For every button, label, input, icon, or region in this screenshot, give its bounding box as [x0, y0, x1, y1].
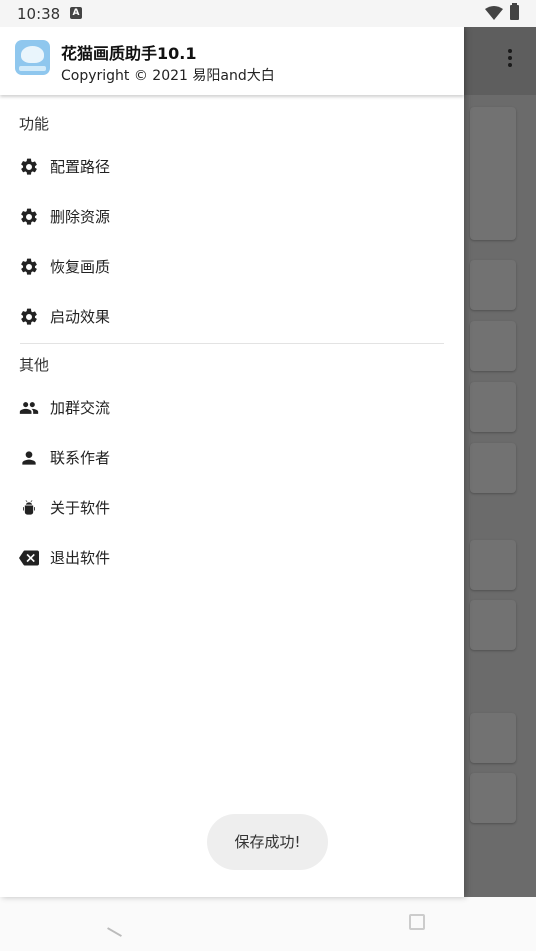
section-divider — [20, 343, 444, 344]
android-icon — [23, 500, 35, 515]
status-time: 10:38 — [17, 5, 61, 23]
background-card — [470, 382, 516, 432]
wifi-icon — [485, 6, 503, 20]
battery-icon — [510, 3, 519, 20]
menu-item-delete-resources[interactable]: 删除资源 — [0, 193, 464, 241]
background-card — [470, 107, 516, 240]
app-copyright: Copyright © 2021 易阳and大白 — [61, 68, 275, 84]
menu-item-label: 退出软件 — [50, 549, 111, 567]
group-icon — [19, 402, 39, 414]
backspace-icon — [19, 550, 39, 566]
background-card — [470, 321, 516, 371]
menu-item-label: 删除资源 — [50, 208, 111, 226]
background-card — [470, 260, 516, 310]
navigation-drawer: 花猫画质助手10.1 Copyright © 2021 易阳and大白 功能 配… — [0, 27, 464, 897]
toast-message: 保存成功! — [207, 814, 328, 870]
gear-icon — [21, 158, 37, 175]
menu-item-label: 联系作者 — [50, 449, 111, 467]
menu-item-exit[interactable]: 退出软件 — [0, 534, 464, 582]
app-logo — [15, 40, 50, 75]
recents-nav-icon[interactable] — [409, 914, 425, 930]
menu-item-configure-path[interactable]: 配置路径 — [0, 143, 464, 191]
background-card — [470, 713, 516, 763]
menu-item-launch-effect[interactable]: 启动效果 — [0, 293, 464, 341]
person-icon — [22, 451, 36, 465]
section-title-features: 功能 — [19, 115, 50, 133]
menu-item-join-group[interactable]: 加群交流 — [0, 384, 464, 432]
menu-item-label: 加群交流 — [50, 399, 111, 417]
menu-item-about[interactable]: 关于软件 — [0, 484, 464, 532]
background-card — [470, 600, 516, 650]
gear-icon — [21, 308, 37, 325]
menu-item-restore-quality[interactable]: 恢复画质 — [0, 243, 464, 291]
drawer-header: 花猫画质助手10.1 Copyright © 2021 易阳and大白 — [0, 27, 464, 95]
more-options-icon[interactable] — [502, 47, 518, 71]
background-card — [470, 443, 516, 493]
menu-item-label: 启动效果 — [50, 308, 111, 326]
gear-icon — [21, 208, 37, 225]
navigation-bar — [0, 897, 536, 951]
menu-item-label: 恢复画质 — [50, 258, 111, 276]
status-bar: 10:38 A — [0, 0, 536, 27]
app-title: 花猫画质助手10.1 — [61, 44, 197, 63]
gear-icon — [21, 258, 37, 275]
menu-item-label: 关于软件 — [50, 499, 111, 517]
menu-item-label: 配置路径 — [50, 158, 111, 176]
menu-item-contact-author[interactable]: 联系作者 — [0, 434, 464, 482]
background-card — [470, 773, 516, 823]
notification-icon: A — [70, 7, 82, 19]
section-title-other: 其他 — [19, 356, 50, 374]
background-card — [470, 540, 516, 590]
